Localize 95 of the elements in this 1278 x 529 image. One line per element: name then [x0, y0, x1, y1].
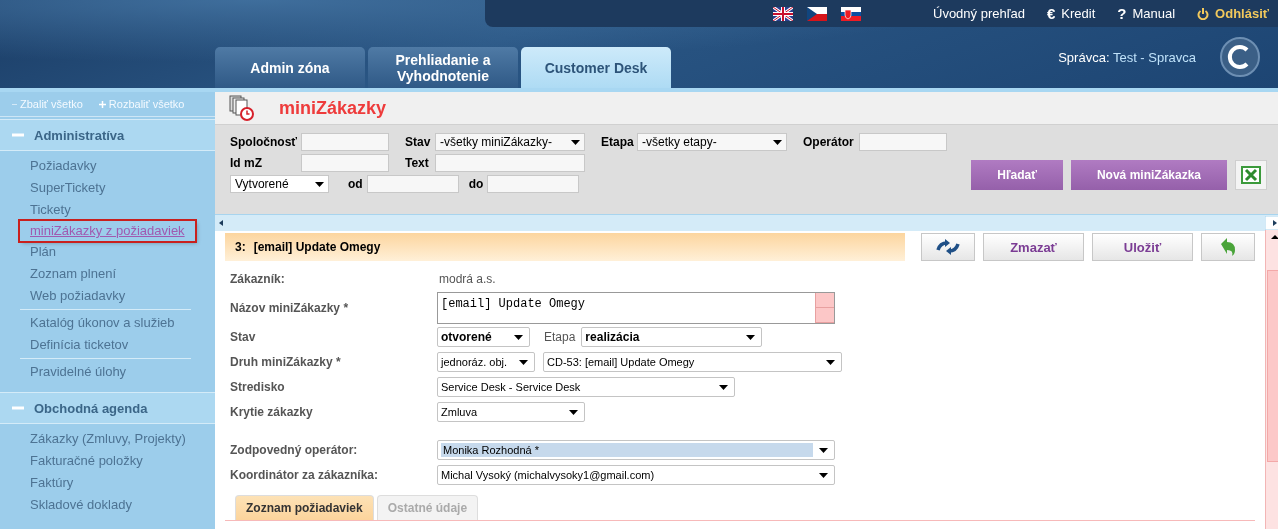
flag-icon[interactable] [841, 6, 861, 21]
power-icon [1197, 7, 1210, 20]
back-button[interactable] [1201, 233, 1255, 261]
spreadsheet-icon [1241, 166, 1261, 184]
sidebar-item[interactable]: Web požiadavky [20, 285, 136, 307]
filter-label: Text [404, 156, 430, 170]
primary-button[interactable]: Hľadať [971, 160, 1063, 190]
input-field[interactable] [301, 154, 389, 172]
filter-label: Stav [404, 135, 432, 149]
sidebar-item[interactable]: Pravidelné úlohy [20, 361, 137, 383]
record-number: 3: [235, 240, 246, 254]
section-header[interactable]: Obchodná agenda [0, 392, 215, 424]
nav-tab[interactable]: Prehliadanie a Vyhodnotenie [368, 47, 518, 88]
sidebar-item[interactable]: Plán [20, 241, 67, 263]
home-link[interactable]: Úvodný prehľad [933, 6, 1025, 21]
section-title: Obchodná agenda [34, 400, 148, 416]
sidebar-item[interactable]: Faktúry [20, 472, 84, 494]
flag-icon[interactable] [807, 6, 827, 21]
input-field[interactable] [487, 175, 580, 193]
logout-link[interactable]: Odhlásiť [1197, 6, 1269, 21]
input-field[interactable] [435, 154, 585, 172]
primary-button[interactable]: Nová miniZákazka [1070, 160, 1227, 190]
sidebar-item[interactable]: Tickety [20, 199, 81, 221]
dropdown[interactable]: Monika Rozhodná * [437, 440, 835, 460]
field-label: Stredisko [230, 380, 286, 394]
field-value: modrá a.s. [438, 272, 496, 286]
caret-icon [519, 359, 528, 365]
sidebar-item[interactable]: Definícia ticketov [20, 334, 139, 356]
dropdown[interactable]: otvorené [437, 327, 530, 347]
caret-icon [746, 334, 756, 340]
nav-tab[interactable]: Admin zóna [215, 47, 365, 88]
field-label: Zodpovedný operátor: [230, 443, 359, 457]
caret-icon [826, 359, 835, 365]
filter-label: Operátor [802, 135, 855, 149]
sidebar-item[interactable]: Zoznam plnení [20, 263, 126, 285]
sidebar-item[interactable]: Požiadavky [20, 155, 107, 177]
sub-tab[interactable]: Zoznam požiadaviek [235, 495, 374, 520]
filter-label: Spoločnosť [230, 135, 299, 149]
input-field[interactable] [366, 175, 459, 193]
dropdown[interactable]: Service Desk - Service Desk [437, 377, 735, 397]
section-title: Administratíva [34, 127, 125, 143]
excel-export-button[interactable] [1235, 160, 1267, 190]
caret-icon [315, 181, 324, 187]
top-link[interactable]: ? Manual [1117, 5, 1176, 22]
filter-label: od [347, 177, 364, 191]
top-link[interactable]: € Kredit [1046, 5, 1096, 22]
dropdown[interactable]: CD-53: [email] Update Omegy [543, 352, 842, 372]
section-header[interactable]: Administratíva [0, 119, 215, 151]
field-label: Etapa [544, 330, 576, 344]
sidebar-item[interactable]: Fakturačné položky [20, 450, 153, 472]
horizontal-scrollbar[interactable] [215, 214, 1278, 231]
filter-label: Etapa [600, 135, 635, 149]
dropdown[interactable]: -všetky etapy- [637, 133, 787, 151]
swap-arrows-icon [935, 238, 961, 256]
dropdown[interactable]: -všetky miniZákazky- [435, 133, 585, 151]
input-field[interactable] [859, 133, 947, 151]
field-label: Koordinátor za zákazníka: [230, 468, 380, 482]
sidebar-item[interactable]: Zákazky (Zmluvy, Projekty) [20, 428, 196, 450]
filter-label: Id mZ [230, 156, 263, 170]
caret-icon [773, 139, 782, 145]
documents-clock-icon [229, 95, 255, 121]
plus-icon [98, 100, 106, 108]
swap-button[interactable] [921, 233, 975, 261]
page-title: miniZákazky [279, 97, 387, 119]
record-title: [email] Update Omegy [253, 240, 381, 254]
field-label: Stav [230, 330, 257, 344]
nav-tab[interactable]: Customer Desk [521, 47, 671, 88]
field-label: Zákazník: [230, 272, 286, 286]
text-area[interactable]: [email] Update Omegy [437, 292, 835, 324]
sidebar-item[interactable]: SuperTickety [20, 177, 116, 199]
caret-icon [571, 139, 580, 145]
action-button[interactable]: Zmazať [983, 233, 1084, 261]
caret-icon [719, 384, 728, 390]
back-arrow-icon [1220, 238, 1236, 256]
dropdown[interactable]: jednoráz. obj. [437, 352, 535, 372]
dropdown[interactable]: Zmluva [437, 402, 585, 422]
dropdown[interactable]: realizácia [581, 327, 763, 347]
logo-icon [1220, 37, 1260, 77]
minus-icon [12, 103, 17, 105]
sidebar-item[interactable]: Katalóg úkonov a služieb [20, 312, 185, 334]
caret-icon [569, 409, 578, 415]
field-label: Krytie zákazky [230, 405, 314, 419]
caret-icon [819, 472, 828, 478]
filter-label: do [467, 177, 485, 191]
field-label: Druh miniZákazky * [230, 355, 342, 369]
sidebar-item[interactable]: Skladové doklady [20, 494, 142, 516]
caret-icon [514, 334, 523, 340]
dropdown[interactable]: Michal Vysoký (michalvysoky1@gmail.com) [437, 465, 835, 485]
user-label: Správca: Test - Spravca [1058, 50, 1196, 65]
flag-icon[interactable] [773, 6, 793, 21]
input-field[interactable] [301, 133, 389, 151]
caret-icon [819, 447, 828, 453]
action-button[interactable]: Uložiť [1092, 233, 1193, 261]
dropdown[interactable]: Vytvorené [230, 175, 329, 193]
field-label: Názov miniZákazky * [230, 301, 350, 315]
